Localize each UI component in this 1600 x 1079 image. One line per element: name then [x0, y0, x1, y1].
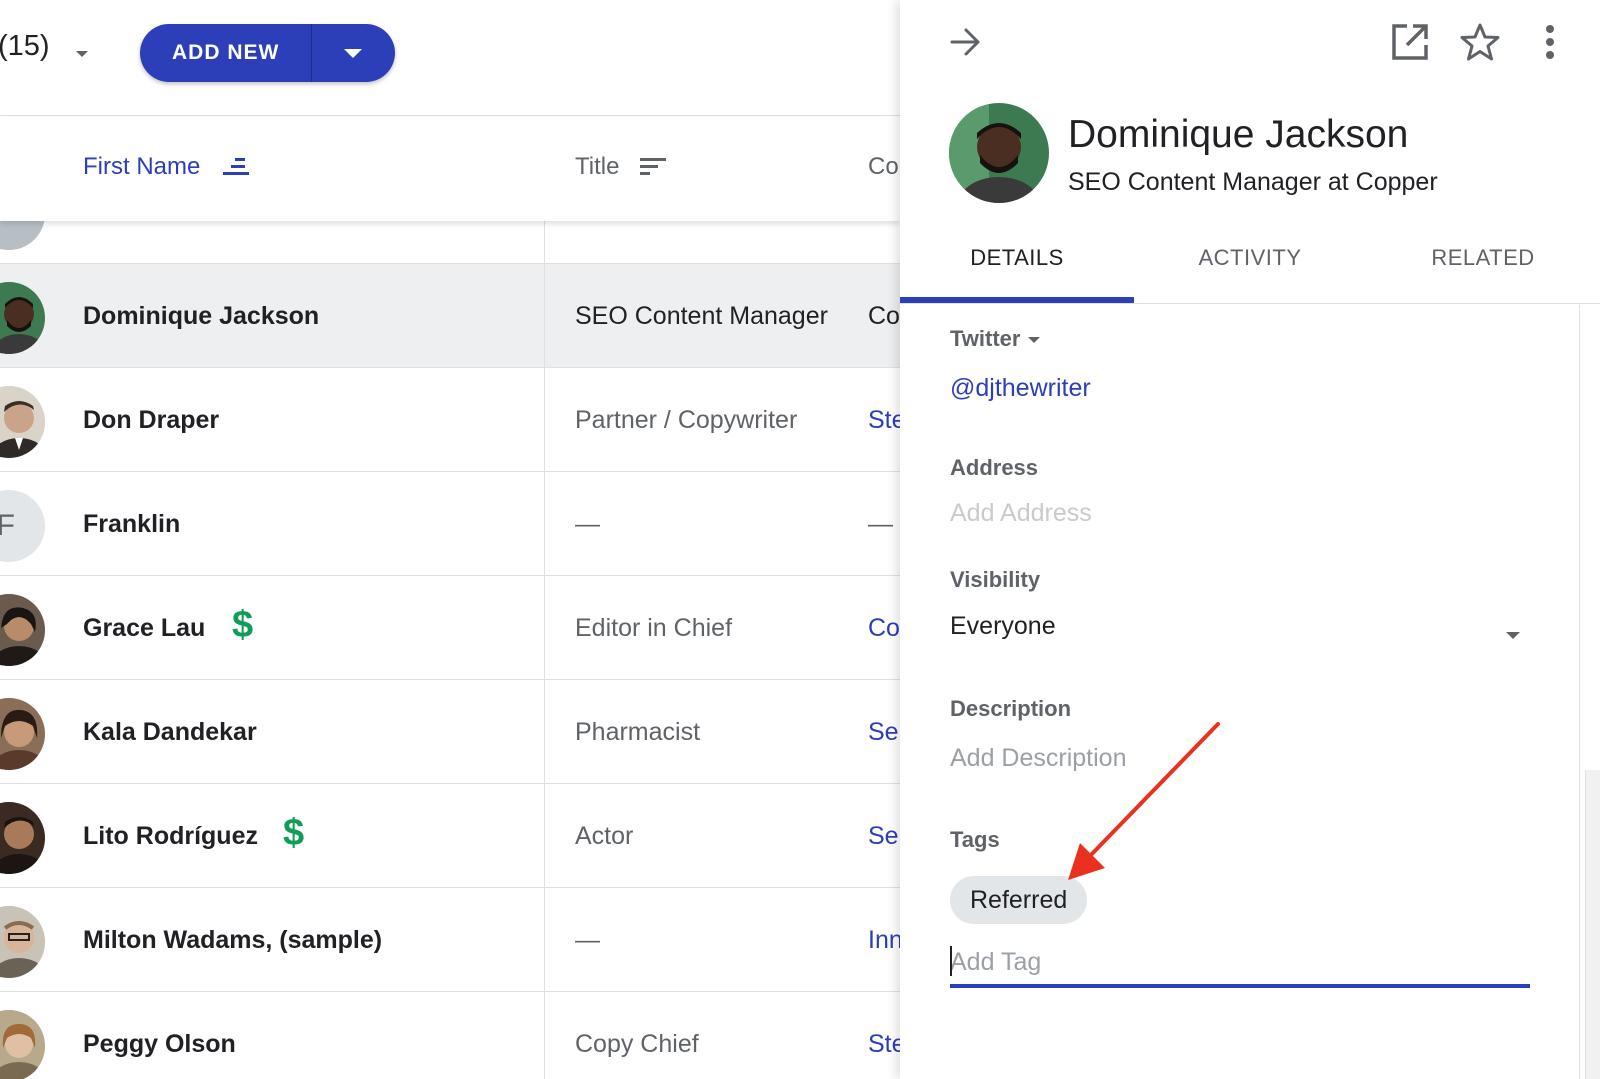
contact-title: SEO Content Manager	[575, 302, 828, 330]
visibility-label: Visibility	[950, 567, 1041, 592]
text-cursor	[950, 946, 952, 976]
table-row[interactable]: Peggy Olson Copy Chief Ste	[0, 992, 900, 1079]
table-row[interactable]: Lito Rodríguez $ Actor Ser	[0, 784, 900, 888]
add-tag-input[interactable]	[950, 940, 1530, 988]
description-label: Description	[950, 696, 1072, 721]
contact-subtitle: SEO Content Manager at Copper	[1068, 168, 1438, 196]
table-header: First Name Title Co	[0, 117, 900, 221]
table-row[interactable]: Milton Wadams, (sample) — Inn	[0, 888, 900, 992]
record-count: (15)	[0, 30, 50, 62]
table-row[interactable]: Grace Lau $ Editor in Chief Co	[0, 576, 900, 680]
column-divider	[544, 680, 545, 784]
open-in-new-icon[interactable]	[1386, 18, 1434, 66]
table-body: Dominique Jackson SEO Content Manager Co…	[0, 160, 900, 1079]
view-dropdown-icon[interactable]	[76, 51, 88, 57]
avatar	[0, 1010, 45, 1079]
tab-activity[interactable]: ACTIVITY	[1133, 228, 1367, 304]
contact-title: —	[575, 510, 600, 538]
column-divider	[544, 368, 545, 472]
table-row[interactable]: Dominique Jackson SEO Content Manager Co	[0, 264, 900, 368]
list-toolbar: (15) ADD NEW	[0, 0, 900, 116]
avatar	[0, 802, 45, 874]
avatar	[0, 906, 45, 978]
contact-name[interactable]: Franklin	[83, 510, 180, 539]
tab-details[interactable]: DETAILS	[900, 228, 1134, 304]
contact-name[interactable]: Don Draper	[83, 406, 219, 435]
contact-list: (15) ADD NEW First Name Title Co Dominiq…	[0, 0, 900, 1079]
column-header-title[interactable]: Title	[575, 153, 619, 181]
contact-company-link[interactable]: Inn	[868, 926, 900, 955]
dollar-icon: $	[232, 604, 254, 646]
contact-name[interactable]: Kala Dandekar	[83, 718, 257, 747]
chevron-down-icon[interactable]	[1028, 337, 1041, 344]
star-icon[interactable]	[1456, 18, 1504, 66]
visibility-select[interactable]: Everyone	[950, 612, 1056, 641]
avatar	[0, 282, 45, 354]
contact-company-link[interactable]: Ste	[868, 1030, 900, 1059]
scrollbar-thumb[interactable]	[1585, 770, 1600, 1079]
contact-company: —	[868, 510, 893, 538]
more-vert-icon[interactable]	[1526, 18, 1574, 66]
column-header-first-name[interactable]: First Name	[83, 153, 200, 181]
twitter-label-text: Twitter	[950, 326, 1021, 351]
tab-related[interactable]: RELATED	[1366, 228, 1600, 304]
contact-title: Partner / Copywriter	[575, 406, 798, 434]
contact-name[interactable]: Peggy Olson	[83, 1030, 236, 1059]
tag-chip[interactable]: Referred	[950, 876, 1088, 924]
add-new-divider	[311, 24, 312, 82]
contact-title: —	[575, 926, 600, 954]
sort-ascending-icon[interactable]	[223, 155, 253, 179]
contact-company-link[interactable]: Co	[868, 614, 900, 643]
contact-detail-panel: Dominique Jackson SEO Content Manager at…	[900, 0, 1600, 1079]
description-field[interactable]: Add Description	[950, 744, 1126, 773]
scrollbar-track[interactable]	[1579, 305, 1580, 1079]
contact-company-link[interactable]: Ste	[868, 406, 900, 435]
column-divider	[544, 576, 545, 680]
avatar-initial: F	[0, 490, 45, 562]
detail-tabs: DETAILS ACTIVITY RELATED	[900, 228, 1600, 304]
contact-name[interactable]: Milton Wadams, (sample)	[83, 926, 382, 955]
add-new-button[interactable]: ADD NEW	[140, 24, 395, 82]
contact-title: Pharmacist	[575, 718, 701, 746]
column-divider	[544, 784, 545, 888]
contact-company[interactable]: Co	[868, 302, 900, 331]
twitter-label[interactable]: Twitter	[950, 326, 1041, 352]
contact-name[interactable]: Grace Lau	[83, 614, 205, 643]
active-tab-indicator	[900, 297, 1134, 303]
contact-avatar	[949, 103, 1049, 203]
column-divider	[544, 472, 545, 576]
dollar-icon: $	[283, 812, 305, 854]
contact-name[interactable]: Dominique Jackson	[83, 302, 319, 331]
chevron-down-icon[interactable]	[1506, 632, 1520, 639]
contact-company-link[interactable]: Ser	[868, 822, 900, 851]
table-row[interactable]: Don Draper Partner / Copywriter Ste	[0, 368, 900, 472]
sort-icon[interactable]	[640, 155, 670, 179]
table-row[interactable]: Kala Dandekar Pharmacist Ser	[0, 680, 900, 784]
avatar	[0, 594, 45, 666]
column-divider	[544, 264, 545, 368]
add-new-dropdown-icon[interactable]	[344, 49, 362, 58]
avatar	[0, 698, 45, 770]
column-header-company[interactable]: Co	[868, 153, 899, 181]
add-new-label: ADD NEW	[172, 41, 280, 64]
contact-full-name: Dominique Jackson	[1068, 113, 1409, 156]
tags-label: Tags	[950, 827, 1000, 852]
address-field[interactable]: Add Address	[950, 499, 1092, 528]
contact-title: Copy Chief	[575, 1030, 699, 1058]
contact-title: Editor in Chief	[575, 614, 733, 642]
address-label: Address	[950, 455, 1039, 480]
column-divider	[544, 888, 545, 992]
twitter-handle-link[interactable]: @djthewriter	[950, 374, 1091, 403]
column-divider	[544, 992, 545, 1079]
table-row[interactable]: F Franklin — —	[0, 472, 900, 576]
arrow-right-icon[interactable]	[942, 18, 990, 66]
contact-company-link[interactable]: Ser	[868, 718, 900, 747]
contact-name[interactable]: Lito Rodríguez	[83, 822, 258, 851]
contact-title: Actor	[575, 822, 634, 850]
avatar	[0, 386, 45, 458]
